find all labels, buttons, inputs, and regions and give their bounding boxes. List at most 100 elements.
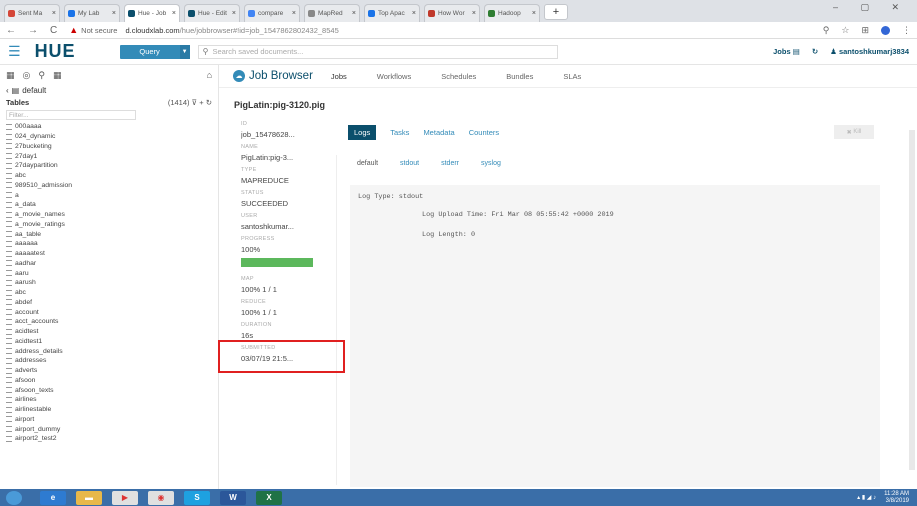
table-item[interactable]: address_details <box>6 346 212 356</box>
log-tab-stderr[interactable]: stderr <box>441 160 459 167</box>
url-field[interactable]: d.cloudxlab.com/hue/jobbrowser#!id=job_1… <box>125 26 338 35</box>
tray-icons[interactable]: ▴ ▮ ◢ ♪ <box>857 494 876 501</box>
filter-icon[interactable]: ⊽ <box>192 98 198 107</box>
tab-metadata[interactable]: Metadata <box>423 128 454 137</box>
table-item[interactable]: 989510_admission <box>6 181 212 191</box>
table-item[interactable]: afsoon_texts <box>6 385 212 395</box>
tab-jobs[interactable]: Jobs <box>331 72 347 81</box>
table-item[interactable]: aarush <box>6 278 212 288</box>
browser-tab[interactable]: How Wor × <box>424 4 480 22</box>
browser-tab[interactable]: My Lab × <box>64 4 120 22</box>
table-item[interactable]: aadhar <box>6 259 212 269</box>
close-tab-icon[interactable]: × <box>112 10 116 17</box>
clock[interactable]: 11:28 AM 3/8/2019 <box>884 491 909 505</box>
jobs-link[interactable]: Jobs ▤ <box>773 47 800 56</box>
tab-logs[interactable]: Logs <box>348 125 377 140</box>
scrollbar[interactable] <box>909 130 915 470</box>
close-tab-icon[interactable]: × <box>292 10 296 17</box>
table-item[interactable]: afsoon <box>6 376 212 386</box>
close-tab-icon[interactable]: × <box>52 10 56 17</box>
add-icon[interactable]: + <box>199 98 203 107</box>
browser-tab[interactable]: Hadoop × <box>484 4 540 22</box>
forward-icon[interactable]: → <box>28 25 38 36</box>
reload-icon[interactable]: C <box>50 25 57 36</box>
close-tab-icon[interactable]: × <box>532 10 536 17</box>
documents-icon[interactable]: ◎ <box>23 70 31 81</box>
chrome-icon[interactable]: ◉ <box>148 490 174 505</box>
table-item[interactable]: aa_table <box>6 229 212 239</box>
browser-tab[interactable]: Hue - Edit × <box>184 4 240 22</box>
word-icon[interactable]: W <box>220 490 246 505</box>
tab-schedules[interactable]: Schedules <box>441 72 476 81</box>
log-tab-default[interactable]: default <box>357 160 378 167</box>
tab-slas[interactable]: SLAs <box>563 72 581 81</box>
table-item[interactable]: 27day1 <box>6 151 212 161</box>
log-tab-stdout[interactable]: stdout <box>400 160 419 167</box>
table-item[interactable]: a_movie_ratings <box>6 220 212 230</box>
explorer-icon[interactable]: ▬ <box>76 490 102 505</box>
back-icon[interactable]: ← <box>6 25 16 36</box>
excel-icon[interactable]: X <box>256 490 282 505</box>
table-item[interactable]: airlinestable <box>6 405 212 415</box>
back-chevron-icon[interactable]: ‹ <box>6 86 9 95</box>
browser-tab[interactable]: MapRed × <box>304 4 360 22</box>
browser-tab[interactable]: Sent Ma × <box>4 4 60 22</box>
history-icon[interactable]: ↻ <box>812 47 818 56</box>
grid-icon[interactable]: ▦ <box>53 70 62 81</box>
table-item[interactable]: acct_accounts <box>6 317 212 327</box>
table-item[interactable]: aaru <box>6 268 212 278</box>
table-item[interactable]: airport2_test2 <box>6 434 212 444</box>
browser-tab[interactable]: Hue - Job × <box>124 4 180 22</box>
table-item[interactable]: abc <box>6 171 212 181</box>
query-button[interactable]: Query <box>119 44 180 59</box>
zoom-icon[interactable]: ⚲ <box>823 25 830 36</box>
tab-tasks[interactable]: Tasks <box>390 128 409 137</box>
log-tab-syslog[interactable]: syslog <box>481 160 501 167</box>
close-tab-icon[interactable]: × <box>412 10 416 17</box>
table-item[interactable]: 000aaaa <box>6 122 212 132</box>
database-selector[interactable]: ‹ ▤ default <box>0 85 218 96</box>
close-tab-icon[interactable]: × <box>352 10 356 17</box>
table-item[interactable]: 27daypartition <box>6 161 212 171</box>
table-item[interactable]: 27bucketing <box>6 142 212 152</box>
hamburger-menu-icon[interactable]: ☰ <box>8 43 21 60</box>
browser-tab[interactable]: compare × <box>244 4 300 22</box>
table-item[interactable]: acidtest <box>6 327 212 337</box>
tab-bundles[interactable]: Bundles <box>506 72 533 81</box>
tab-workflows[interactable]: Workflows <box>377 72 411 81</box>
folder-icon[interactable]: ⌂ <box>207 70 212 80</box>
table-item[interactable]: addresses <box>6 356 212 366</box>
refresh-icon[interactable]: ↻ <box>206 98 212 107</box>
table-item[interactable]: a_data <box>6 200 212 210</box>
profile-icon[interactable] <box>881 25 890 35</box>
close-tab-icon[interactable]: × <box>472 10 476 17</box>
skype-icon[interactable]: S <box>184 490 210 505</box>
close-tab-icon[interactable]: × <box>172 10 176 17</box>
database-icon[interactable]: ▦ <box>6 70 15 81</box>
table-filter-input[interactable]: Filter... <box>6 110 136 120</box>
star-icon[interactable]: ☆ <box>841 25 849 36</box>
menu-dots-icon[interactable]: ⋮ <box>902 25 911 36</box>
new-tab-button[interactable]: + <box>544 4 568 20</box>
table-item[interactable]: a_movie_names <box>6 210 212 220</box>
kill-button[interactable]: ✖ Kill <box>834 125 874 139</box>
table-item[interactable]: airport_dummy <box>6 424 212 434</box>
start-button[interactable] <box>6 490 22 505</box>
tab-counters[interactable]: Counters <box>469 128 499 137</box>
table-item[interactable]: acidtest1 <box>6 337 212 347</box>
search-input[interactable] <box>212 47 543 56</box>
table-item[interactable]: aaaaaa <box>6 239 212 249</box>
browser-tab[interactable]: Top Apac × <box>364 4 420 22</box>
table-item[interactable]: adverts <box>6 366 212 376</box>
table-item[interactable]: airlines <box>6 395 212 405</box>
search-assist-icon[interactable]: ⚲ <box>38 70 45 81</box>
table-item[interactable]: 024_dynamic <box>6 132 212 142</box>
window-controls[interactable]: – ▢ ✕ <box>833 2 909 13</box>
table-item[interactable]: account <box>6 307 212 317</box>
query-dropdown-icon[interactable]: ▼ <box>179 44 190 59</box>
table-item[interactable]: a <box>6 190 212 200</box>
ie-icon[interactable]: e <box>40 490 66 505</box>
table-item[interactable]: airport <box>6 415 212 425</box>
user-menu[interactable]: ♟ santoshkumarj3834 <box>830 47 909 56</box>
table-item[interactable]: abc <box>6 288 212 298</box>
